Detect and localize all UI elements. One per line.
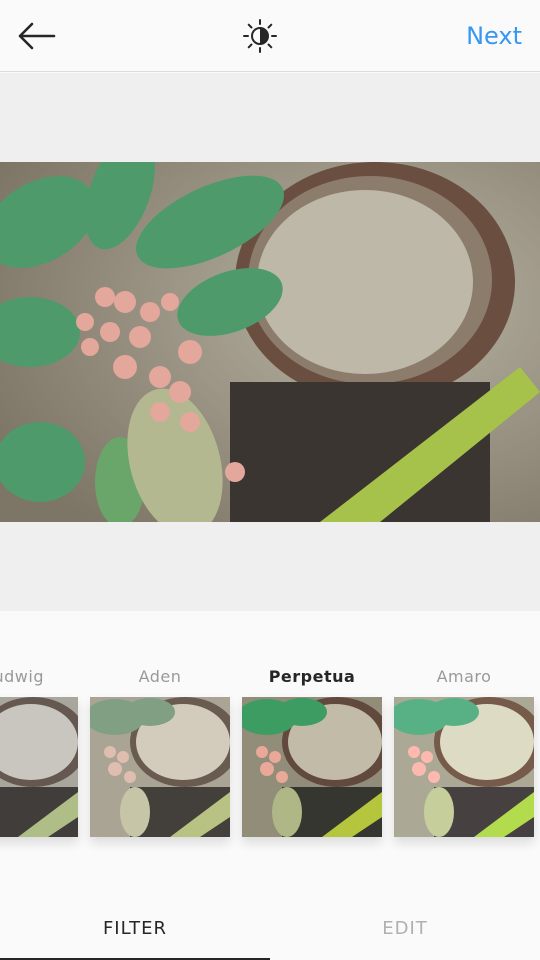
filter-thumbnail[interactable] xyxy=(0,697,78,837)
lux-button[interactable] xyxy=(238,14,282,58)
arrow-left-icon xyxy=(18,22,56,50)
filter-name: Amaro xyxy=(436,667,492,686)
filter-name: Ludwig xyxy=(0,667,44,686)
filter-thumbnail[interactable] xyxy=(394,697,534,837)
next-button[interactable]: Next xyxy=(466,18,522,54)
sun-adjust-icon xyxy=(243,19,277,53)
top-bar: Next xyxy=(0,0,540,72)
photo-preview-area xyxy=(0,73,540,611)
filter-name: Perpetua xyxy=(268,667,356,686)
tab-edit[interactable]: EDIT xyxy=(270,873,540,960)
filter-name: Aden xyxy=(138,667,182,686)
filter-thumbnail[interactable] xyxy=(90,697,230,837)
tab-edit-label: EDIT xyxy=(382,918,428,939)
filter-thumbnail[interactable] xyxy=(242,697,382,837)
tab-filter-label: FILTER xyxy=(102,918,168,939)
plant-photo xyxy=(0,162,540,522)
filter-strip: Ludwig Aden Perpetua Amaro xyxy=(0,611,540,873)
bottom-tab-bar: FILTER EDIT xyxy=(0,873,540,960)
back-button[interactable] xyxy=(12,14,60,58)
photo-preview xyxy=(0,162,540,522)
tab-filter[interactable]: FILTER xyxy=(0,873,270,960)
